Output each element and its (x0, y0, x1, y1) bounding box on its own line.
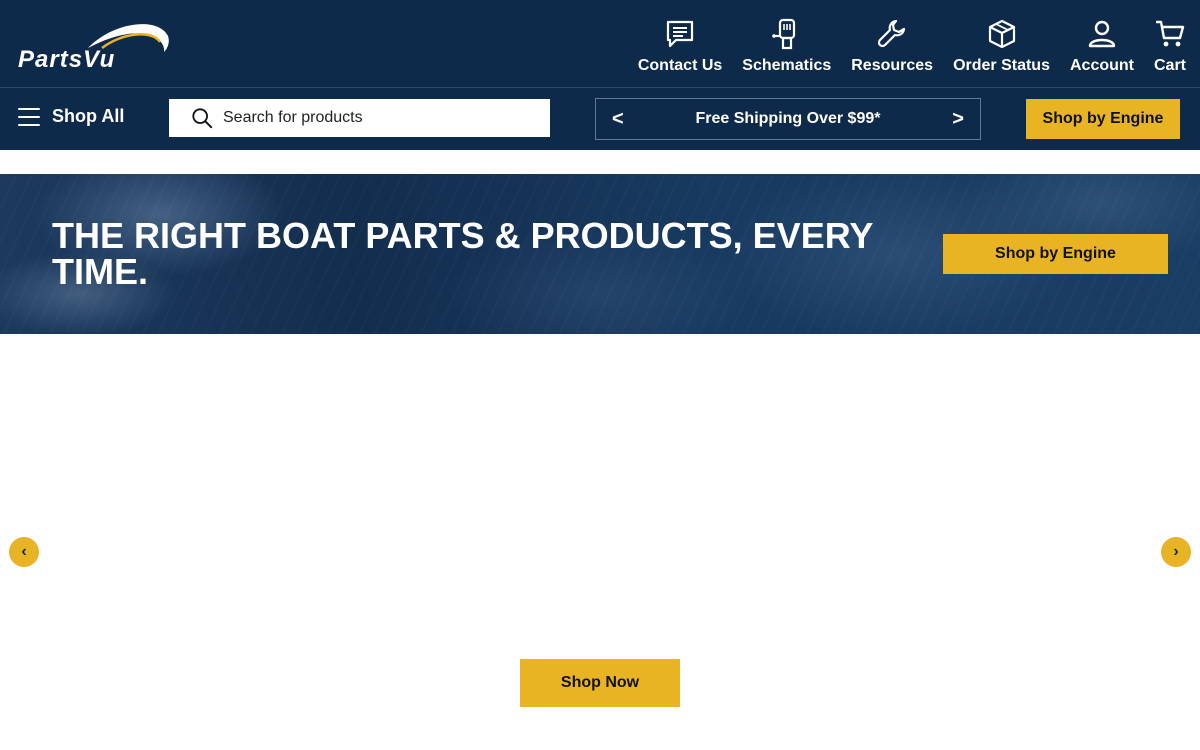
nav-cart[interactable]: Cart (1154, 0, 1186, 88)
promo-prev-button[interactable]: < (612, 108, 624, 131)
nav-label: Cart (1153, 57, 1186, 74)
sub-navigation-bar: Shop All < Free Shipping Over $99* > Sho… (0, 88, 1200, 150)
nav-label: Schematics (742, 57, 832, 74)
promo-banner: < Free Shipping Over $99* > (595, 98, 981, 140)
carousel-prev-button[interactable]: ‹ (9, 537, 39, 567)
shop-all-label: Shop All (52, 106, 125, 126)
box-icon (988, 19, 1015, 49)
cart-icon (1155, 20, 1185, 47)
nav-label: Account (1069, 57, 1134, 74)
user-icon (1088, 20, 1116, 48)
nav-order-status[interactable]: Order Status (953, 0, 1050, 88)
chat-icon (666, 20, 694, 48)
carousel-next-button[interactable]: › (1161, 537, 1191, 567)
nav-resources[interactable]: Resources (851, 0, 933, 88)
nav-contact-us[interactable]: Contact Us (638, 0, 722, 88)
hero-title: THE RIGHT BOAT PARTS & PRODUCTS, EVERY T… (52, 215, 873, 292)
top-header: PartsVu Contact Us Schematics Resources … (0, 0, 1200, 88)
hamburger-menu-icon (18, 107, 40, 126)
promo-next-button[interactable]: > (952, 108, 964, 131)
product-carousel: ‹ › Shop Now (0, 334, 1200, 750)
search-bar[interactable] (169, 99, 550, 137)
nav-label: Order Status (953, 57, 1050, 74)
nav-schematics[interactable]: Schematics (742, 0, 831, 88)
shop-now-button[interactable]: Shop Now (520, 659, 680, 707)
hero-banner: THE RIGHT BOAT PARTS & PRODUCTS, EVERY T… (0, 174, 1200, 334)
search-icon[interactable] (191, 107, 213, 129)
search-input[interactable] (223, 109, 523, 127)
nav-label: Contact Us (637, 57, 723, 74)
partsvu-logo[interactable]: PartsVu (18, 18, 174, 74)
shop-by-engine-button[interactable]: Shop by Engine (1026, 99, 1180, 139)
shop-all-button[interactable]: Shop All (18, 106, 124, 127)
nav-account[interactable]: Account (1070, 0, 1134, 88)
promo-text[interactable]: Free Shipping Over $99* (696, 110, 881, 128)
logo-wordmark: PartsVu (18, 46, 116, 73)
schematic-icon (771, 18, 795, 50)
nav-label: Resources (851, 57, 934, 74)
wrench-icon (878, 19, 906, 48)
hero-shop-by-engine-button[interactable]: Shop by Engine (943, 234, 1168, 274)
header-nav: Contact Us Schematics Resources Order St… (618, 0, 1186, 88)
